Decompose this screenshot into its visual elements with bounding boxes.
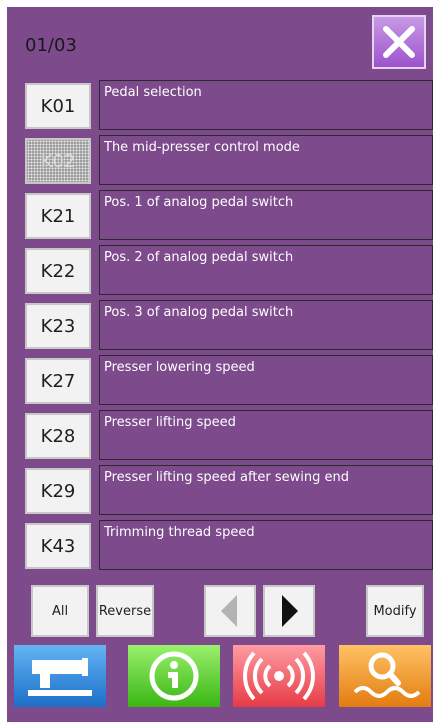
arrow-right-icon — [282, 595, 298, 627]
param-description: Pedal selection — [99, 80, 433, 130]
param-code-button[interactable]: K22 — [25, 248, 91, 294]
prev-page-button[interactable] — [204, 585, 256, 637]
sewing-machine-icon — [28, 658, 92, 696]
param-code-button[interactable]: K27 — [25, 358, 91, 404]
param-description: Pos. 2 of analog pedal switch — [99, 245, 433, 295]
info-icon — [149, 651, 199, 701]
param-description: The mid-presser control mode — [99, 135, 433, 185]
search-icon — [353, 652, 421, 698]
param-code-button[interactable]: K23 — [25, 303, 91, 349]
param-description: Presser lifting speed after sewing end — [99, 465, 433, 515]
reverse-button[interactable]: Reverse — [96, 585, 154, 637]
close-icon — [383, 26, 415, 58]
param-description: Pos. 3 of analog pedal switch — [99, 300, 433, 350]
arrow-left-icon — [221, 595, 237, 627]
sewing-mode-button[interactable] — [14, 645, 106, 707]
all-button[interactable]: All — [31, 585, 89, 637]
wireless-button[interactable] — [233, 645, 325, 707]
param-description: Pos. 1 of analog pedal switch — [99, 190, 433, 240]
param-description: Presser lifting speed — [99, 410, 433, 460]
param-code-button[interactable]: K43 — [25, 523, 91, 569]
info-button[interactable] — [128, 645, 220, 707]
page-indicator: 01/03 — [25, 35, 77, 56]
parameter-screen: 01/03 K01 Pedal selection K02 The mid-pr… — [7, 7, 433, 722]
param-description: Trimming thread speed — [99, 520, 433, 570]
param-code-button[interactable]: K01 — [25, 83, 91, 129]
wireless-signal-icon — [243, 651, 315, 701]
next-page-button[interactable] — [263, 585, 315, 637]
param-code-button-selected[interactable]: K02 — [25, 138, 91, 184]
modify-button[interactable]: Modify — [366, 585, 424, 637]
param-code-button[interactable]: K29 — [25, 468, 91, 514]
param-description: Presser lowering speed — [99, 355, 433, 405]
close-button[interactable] — [372, 15, 426, 69]
search-button[interactable] — [339, 645, 431, 707]
param-code-button[interactable]: K21 — [25, 193, 91, 239]
param-code-button[interactable]: K28 — [25, 413, 91, 459]
